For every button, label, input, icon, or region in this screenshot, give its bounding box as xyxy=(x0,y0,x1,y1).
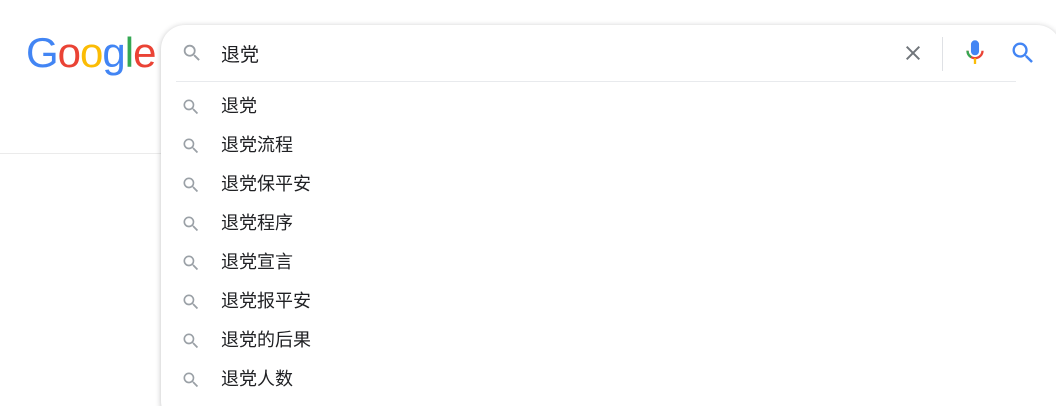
search-icon xyxy=(181,370,201,390)
input-divider xyxy=(942,37,943,71)
search-submit-button[interactable] xyxy=(1009,39,1037,67)
suggestion-text: 退党保平安 xyxy=(221,174,311,195)
suggestions-divider xyxy=(176,81,1016,82)
suggestion-list: 退党 退党流程 退党保平安 退党程序 退党宣言 退党报平安 退党的后果 退党人数 xyxy=(161,88,1056,400)
search-icon xyxy=(181,136,201,156)
google-logo[interactable]: Google xyxy=(26,28,156,78)
search-box: 退党 退党流程 退党保平安 退党程序 退党宣言 退党报平安 xyxy=(161,25,1056,406)
search-input[interactable] xyxy=(221,39,881,67)
suggestion-item[interactable]: 退党程序 xyxy=(161,205,1056,244)
logo-letter: e xyxy=(133,29,156,76)
suggestion-item[interactable]: 退党保平安 xyxy=(161,166,1056,205)
suggestion-item[interactable]: 退党 xyxy=(161,88,1056,127)
logo-letter: g xyxy=(102,29,125,76)
suggestion-text: 退党人数 xyxy=(221,369,293,390)
suggestion-text: 退党的后果 xyxy=(221,330,311,351)
logo-letter: o xyxy=(57,29,81,76)
search-icon xyxy=(181,42,203,64)
suggestion-text: 退党报平安 xyxy=(221,291,311,312)
google-search-page: Google 退党 退党 退党流程 退党保平安 退党程序 退党宣言 退党报平安 … xyxy=(0,0,1056,406)
suggestion-text: 退党流程 xyxy=(221,135,293,156)
search-icon xyxy=(181,331,201,351)
suggestion-item[interactable]: 退党的后果 xyxy=(161,322,1056,361)
search-row xyxy=(161,25,1056,81)
suggestion-item[interactable]: 退党人数 xyxy=(161,361,1056,400)
suggestion-text: 退党程序 xyxy=(221,213,293,234)
search-icon xyxy=(181,175,201,195)
suggestion-item[interactable]: 退党宣言 xyxy=(161,244,1056,283)
logo-letter: o xyxy=(80,29,103,76)
microphone-icon[interactable] xyxy=(961,38,989,68)
suggestion-item[interactable]: 退党报平安 xyxy=(161,283,1056,322)
search-icon xyxy=(181,214,201,234)
suggestion-item[interactable]: 退党流程 xyxy=(161,127,1056,166)
close-icon[interactable] xyxy=(901,41,925,65)
search-icon xyxy=(181,253,201,273)
suggestion-text: 退党宣言 xyxy=(221,252,293,273)
suggestion-text: 退党 xyxy=(221,96,257,117)
logo-letter: l xyxy=(124,29,134,76)
search-icon xyxy=(181,97,201,117)
logo-letter: G xyxy=(26,29,59,76)
search-icon xyxy=(181,292,201,312)
